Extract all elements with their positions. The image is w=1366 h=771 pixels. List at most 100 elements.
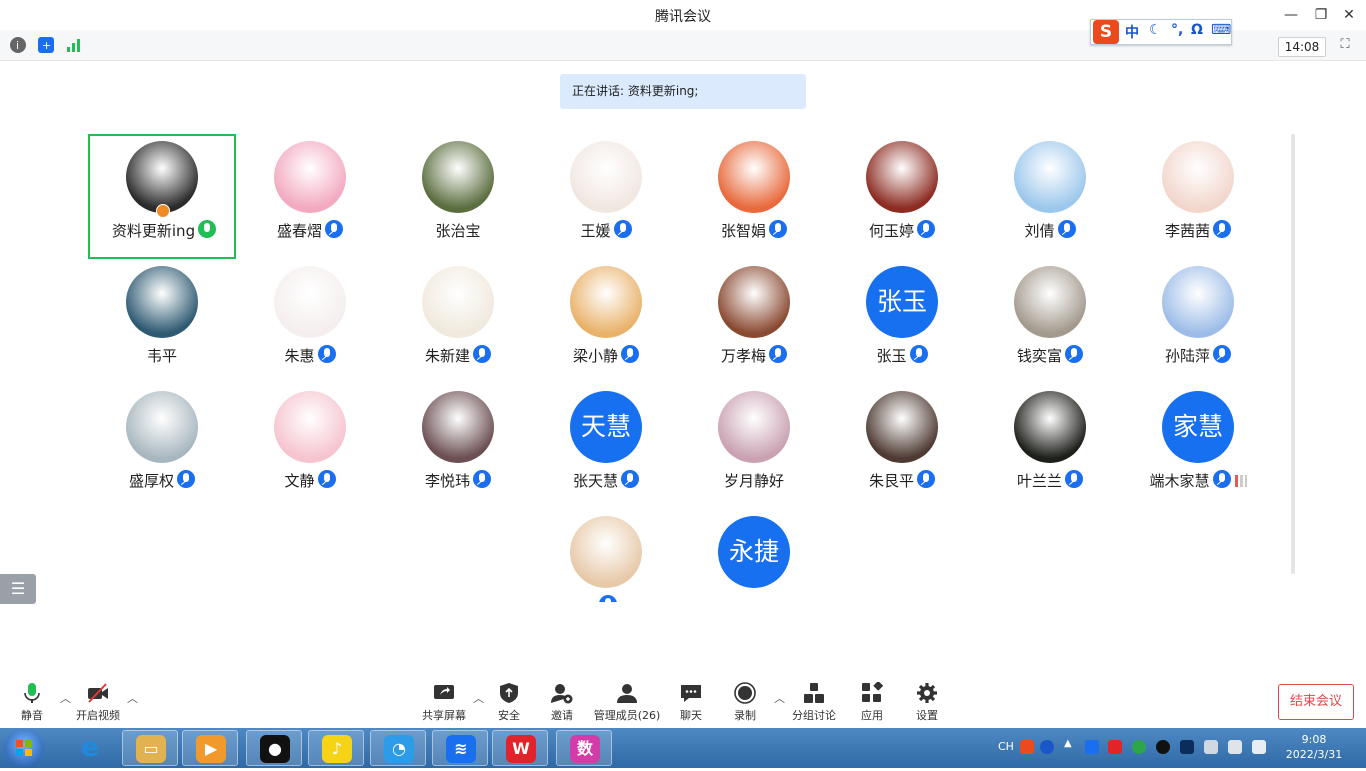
meeting-duration: 14:08 <box>1278 37 1326 57</box>
video-options-caret[interactable]: ︿ <box>127 690 138 706</box>
participant-tile[interactable]: 天慧 张天慧 <box>532 384 680 509</box>
bluetooth-icon[interactable] <box>1180 740 1194 754</box>
taskbar-app-ie[interactable]: e <box>62 730 118 766</box>
participant-tile[interactable]: 朱新建 <box>384 259 532 384</box>
participant-name: 钱奕富 <box>1016 347 1062 365</box>
wps-tray-icon[interactable] <box>1108 740 1122 754</box>
list-toggle-button[interactable]: ☰ <box>0 574 36 604</box>
participant-tile[interactable]: 张玉 张玉 <box>828 259 976 384</box>
participant-tile[interactable]: 梁小静 <box>532 259 680 384</box>
grid-scrollbar[interactable] <box>1291 134 1295 574</box>
participant-name-row: 张智娟 <box>680 220 828 241</box>
minimize-button[interactable]: — <box>1280 4 1302 26</box>
system-clock[interactable]: 9:08 2022/3/31 <box>1284 732 1344 762</box>
taskbar-app-explorer[interactable]: ▭ <box>122 730 178 766</box>
taskbar-app-tencent-meeting[interactable]: ≋ <box>432 730 488 766</box>
participant-name: 孙陆萍 <box>1164 347 1210 365</box>
security-tray-icon[interactable] <box>1132 740 1146 754</box>
chat-icon <box>681 685 701 702</box>
record-options-caret[interactable]: ︿ <box>774 690 785 706</box>
participant-tile[interactable]: 家慧 端木家慧 <box>1124 384 1272 509</box>
end-meeting-button[interactable]: 结束会议 <box>1278 684 1354 720</box>
breakout-button[interactable]: 分组讨论 <box>790 682 838 723</box>
taskbar-app-qqmusic[interactable]: ♪ <box>308 730 364 766</box>
apps-button[interactable]: 应用 <box>855 682 889 723</box>
restore-button[interactable]: ❐ <box>1310 4 1332 26</box>
info-icon[interactable]: i <box>10 37 26 53</box>
participant-tile[interactable]: 刘倩 <box>976 134 1124 259</box>
participant-tile[interactable]: 何玉婷 <box>828 134 976 259</box>
settings-button[interactable]: 设置 <box>910 682 944 723</box>
participant-tile[interactable]: 张治宝 <box>384 134 532 259</box>
taskbar-app-browser[interactable]: ◔ <box>370 730 426 766</box>
participant-name: 王媛 <box>580 222 611 240</box>
video-off-icon <box>88 683 108 703</box>
close-button[interactable]: ✕ <box>1338 4 1360 26</box>
moon-icon[interactable]: ☾ <box>1149 22 1162 38</box>
avatar <box>866 141 938 213</box>
mic-on-icon <box>198 220 217 238</box>
signal-icon[interactable] <box>66 37 82 53</box>
invite-button[interactable]: 邀请 <box>545 682 579 723</box>
participant-tile[interactable]: 盛厚权 <box>88 384 236 509</box>
mic-muted-icon <box>613 220 632 238</box>
participant-tile[interactable]: 永捷 <box>680 509 828 602</box>
record-button[interactable]: 录制 <box>728 682 762 723</box>
punctuation-icon[interactable]: °, <box>1171 22 1183 38</box>
settings-label: 设置 <box>916 709 938 722</box>
participant-tile[interactable] <box>532 509 680 602</box>
participant-tile[interactable]: 钱奕富 <box>976 259 1124 384</box>
participant-tile[interactable]: 资料更新ing <box>88 134 236 259</box>
participant-tile[interactable]: 朱艮平 <box>828 384 976 509</box>
omega-icon[interactable]: Ω <box>1191 22 1203 38</box>
keyboard-icon[interactable]: ⌨ <box>1211 22 1231 38</box>
start-button[interactable] <box>4 729 44 767</box>
mic-muted-icon <box>917 220 935 238</box>
sogou-tray-icon[interactable] <box>1020 740 1034 754</box>
network-icon[interactable] <box>1252 740 1266 754</box>
participant-tile[interactable]: 王媛 <box>532 134 680 259</box>
tray-expand-icon[interactable]: ▲ <box>1064 738 1078 752</box>
help-tray-icon[interactable] <box>1040 740 1054 754</box>
language-indicator[interactable]: CH <box>998 740 1014 753</box>
participant-name: 张治宝 <box>435 222 481 240</box>
avatar <box>570 266 642 338</box>
chat-label: 聊天 <box>680 709 702 722</box>
avatar <box>274 266 346 338</box>
participant-name-row: 叶兰兰 <box>976 470 1124 491</box>
meeting-tray-icon[interactable] <box>1085 740 1099 754</box>
participant-tile[interactable]: 张智娟 <box>680 134 828 259</box>
ime-mode[interactable]: 中 <box>1125 22 1139 42</box>
sogou-logo[interactable]: S <box>1093 20 1119 44</box>
shield-icon[interactable]: + <box>38 37 54 53</box>
taskbar-app-shu[interactable]: 数 <box>556 730 612 766</box>
video-button[interactable]: 开启视频 <box>72 682 124 723</box>
qq-tray-icon[interactable] <box>1156 740 1170 754</box>
participant-tile[interactable]: 盛春熠 <box>236 134 384 259</box>
share-options-caret[interactable]: ︿ <box>473 690 484 706</box>
members-button[interactable]: 管理成员(26) <box>592 682 662 723</box>
participant-tile[interactable]: 文静 <box>236 384 384 509</box>
mute-button[interactable]: 静音 <box>14 682 50 723</box>
participant-tile[interactable]: 李悦玮 <box>384 384 532 509</box>
participant-tile[interactable]: 孙陆萍 <box>1124 259 1272 384</box>
audio-options-caret[interactable]: ︿ <box>60 690 71 706</box>
taskbar-app-wps[interactable]: W <box>492 730 548 766</box>
participant-name-row: 端木家慧 <box>1124 470 1272 491</box>
participant-tile[interactable]: 李茜茜 <box>1124 134 1272 259</box>
participant-tile[interactable]: 万孝梅 <box>680 259 828 384</box>
taskbar-app-player[interactable]: ▶ <box>182 730 238 766</box>
ie-icon: e <box>81 733 99 763</box>
fullscreen-icon[interactable]: ⛶ <box>1336 36 1354 54</box>
chat-button[interactable]: 聊天 <box>674 682 708 723</box>
explorer-icon: ▭ <box>136 735 166 763</box>
participant-tile[interactable]: 韦平 <box>88 259 236 384</box>
participant-tile[interactable]: 岁月静好 <box>680 384 828 509</box>
taskbar-app-qq[interactable]: ● <box>246 730 302 766</box>
volume-icon[interactable] <box>1204 740 1218 754</box>
participant-tile[interactable]: 叶兰兰 <box>976 384 1124 509</box>
security-button[interactable]: 安全 <box>492 682 526 723</box>
power-icon[interactable] <box>1228 740 1242 754</box>
share-screen-button[interactable]: 共享屏幕 <box>418 682 470 723</box>
participant-tile[interactable]: 朱惠 <box>236 259 384 384</box>
